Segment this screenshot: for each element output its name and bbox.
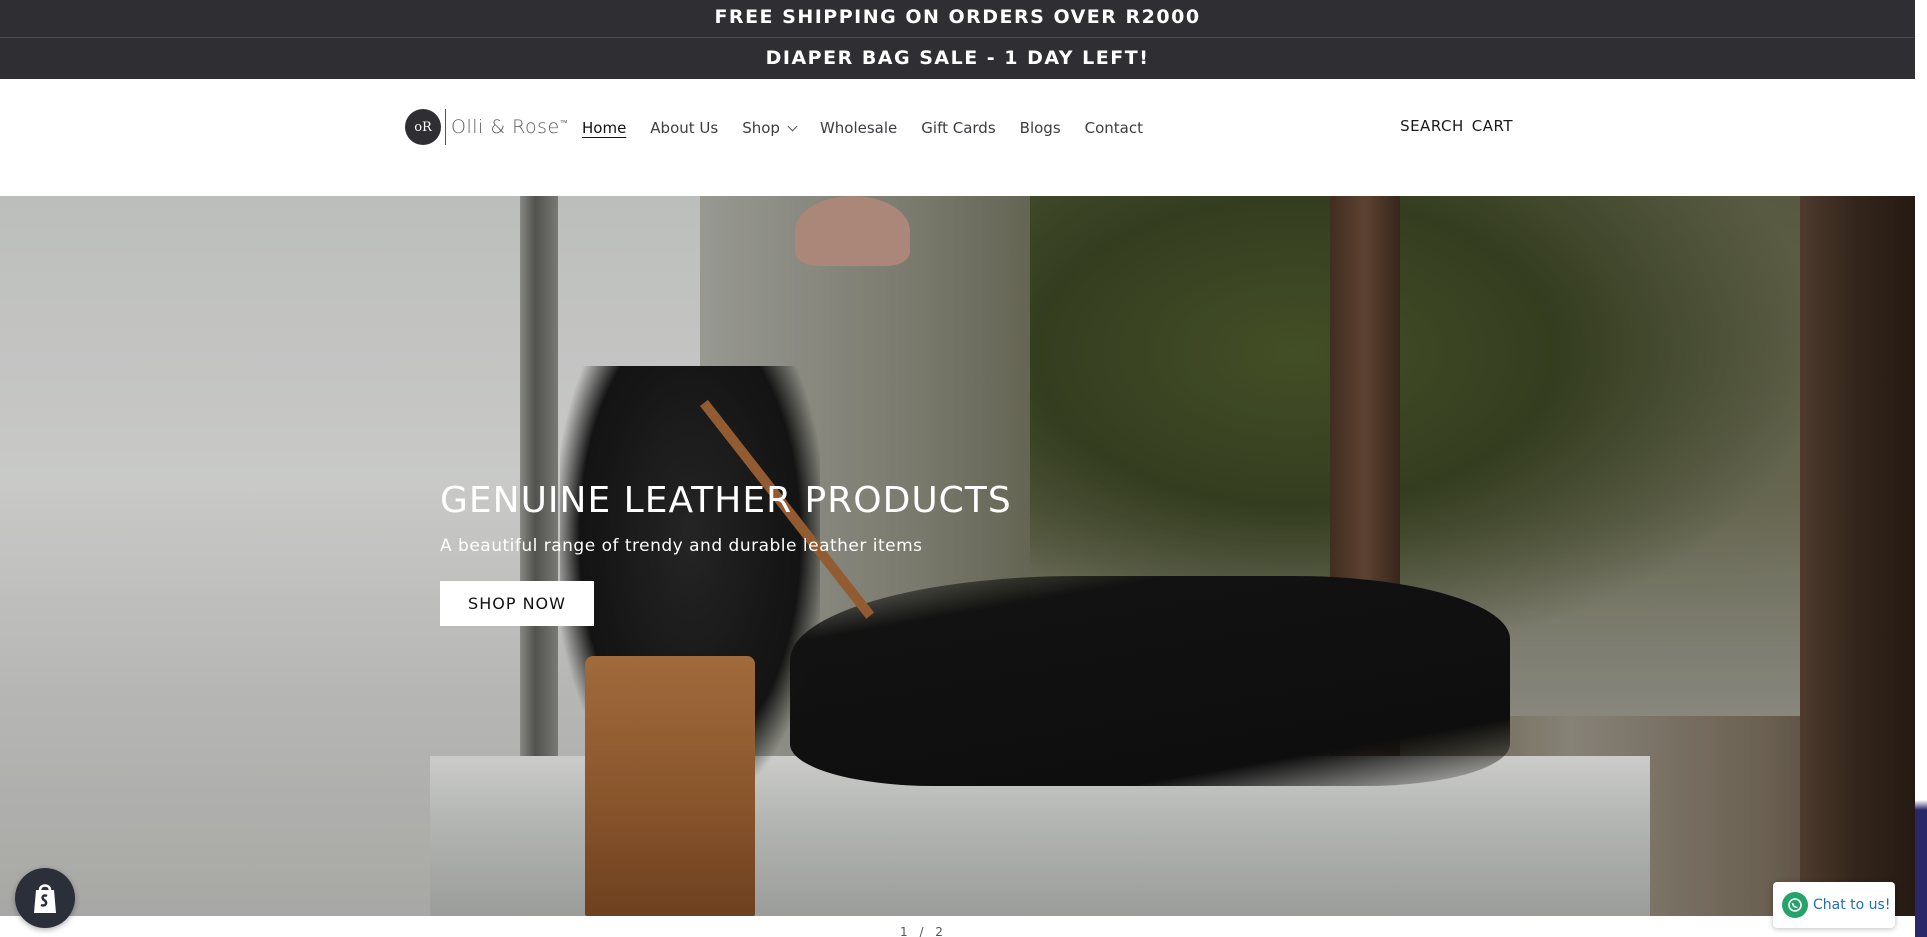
slide-counter: 1 / 2 — [900, 925, 947, 937]
shopify-bag-glyph — [34, 884, 56, 913]
hero-title: GENUINE LEATHER PRODUCTS — [440, 480, 1012, 521]
announcement-text-primary: FREE SHIPPING ON ORDERS OVER R2000 — [714, 6, 1201, 28]
header-utility: SEARCH CART — [1392, 117, 1513, 135]
whatsapp-icon — [1782, 892, 1808, 918]
shop-now-button[interactable]: SHOP NOW — [440, 581, 594, 626]
hero-overlay — [0, 196, 1915, 916]
nav-item-contact[interactable]: Contact — [1085, 116, 1143, 140]
announcement-bar-primary: FREE SHIPPING ON ORDERS OVER R2000 — [0, 0, 1915, 38]
viewport-edge — [1915, 0, 1927, 937]
logo-text: Olli & Rose™ — [451, 116, 569, 138]
site-logo[interactable]: oR Olli & Rose™ — [405, 108, 568, 146]
chat-label: Chat to us! — [1813, 897, 1891, 913]
main-nav: Home About Us Shop Wholesale Gift Cards … — [582, 116, 1167, 140]
nav-item-shop[interactable]: Shop — [742, 116, 798, 140]
page: FREE SHIPPING ON ORDERS OVER R2000 DIAPE… — [0, 0, 1915, 937]
search-link[interactable]: SEARCH — [1400, 117, 1464, 135]
chevron-down-icon — [787, 121, 798, 131]
nav-item-home[interactable]: Home — [582, 116, 626, 140]
chat-widget[interactable]: Chat to us! — [1773, 882, 1895, 928]
logo-trademark: ™ — [559, 118, 569, 128]
hero-subtitle: A beautiful range of trendy and durable … — [440, 536, 923, 556]
announcement-bar-secondary: DIAPER BAG SALE - 1 DAY LEFT! — [0, 38, 1915, 79]
announcement-text-secondary[interactable]: DIAPER BAG SALE - 1 DAY LEFT! — [766, 47, 1150, 69]
nav-item-gift-cards[interactable]: Gift Cards — [921, 116, 995, 140]
nav-item-wholesale[interactable]: Wholesale — [820, 116, 897, 140]
nav-item-blogs[interactable]: Blogs — [1020, 116, 1061, 140]
logo-divider — [445, 109, 446, 145]
hero-banner: GENUINE LEATHER PRODUCTS A beautiful ran… — [0, 196, 1915, 916]
logo-badge: oR — [405, 109, 441, 145]
slider-controls[interactable]: 1 / 2 — [900, 925, 947, 937]
cart-link[interactable]: CART — [1472, 117, 1513, 135]
nav-item-about-us[interactable]: About Us — [650, 116, 718, 140]
site-header: oR Olli & Rose™ Home About Us Shop Whole… — [0, 79, 1915, 196]
shopify-bag-icon[interactable] — [15, 868, 75, 928]
